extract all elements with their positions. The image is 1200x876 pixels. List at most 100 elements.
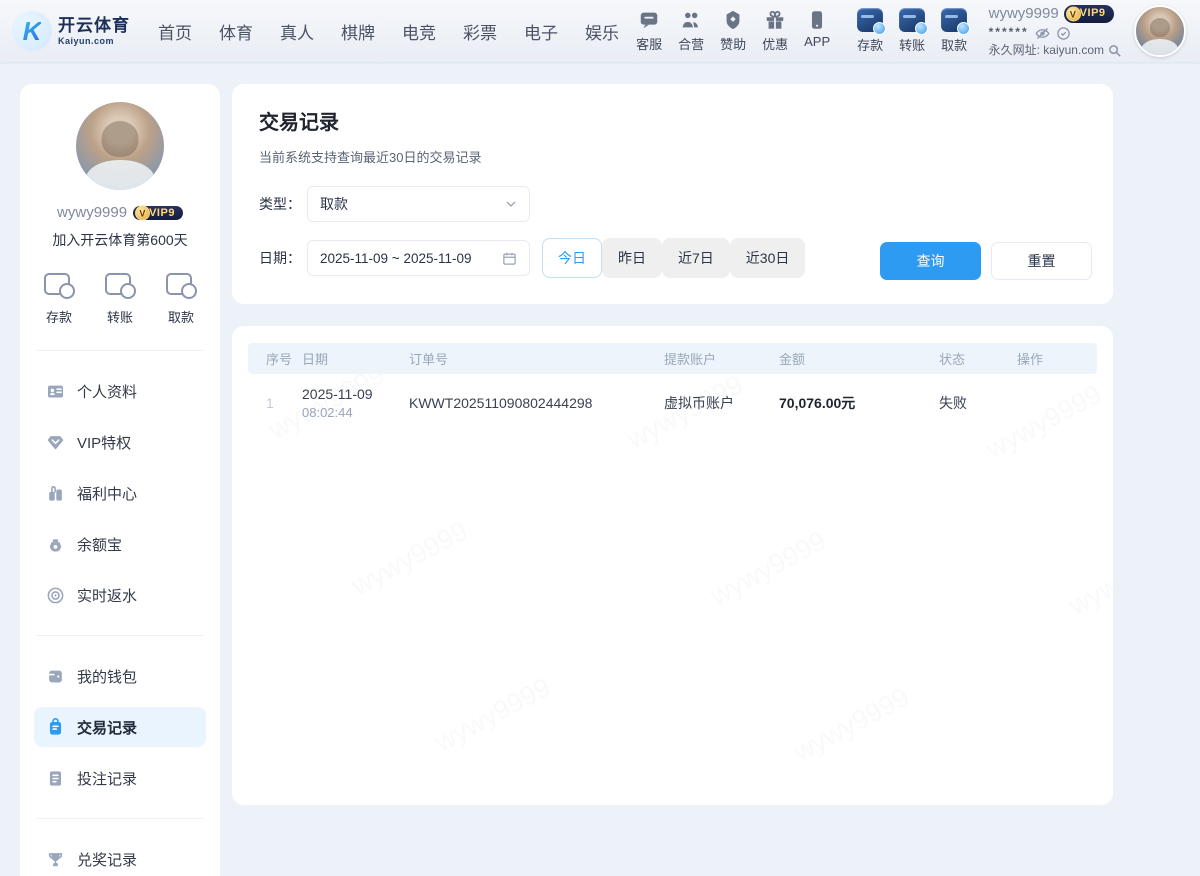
- column-header-状态: 状态: [935, 349, 1013, 368]
- sidebar-item-VIP特权[interactable]: VIP特权: [34, 422, 206, 462]
- table-body: 1 2025-11-0908:02:44 KWWT202511090802444…: [248, 374, 1097, 431]
- table-header: 序号日期订单号提款账户金额状态操作: [248, 343, 1097, 374]
- masked-balance: ******: [989, 24, 1029, 41]
- prize-icon: [46, 850, 65, 869]
- column-header-序号: 序号: [248, 349, 298, 368]
- filter-card: 交易记录 当前系统支持查询最近30日的交易记录 类型： 取款 日期： 2025-…: [232, 84, 1113, 304]
- query-button[interactable]: 查询: [880, 242, 981, 280]
- divider: [36, 635, 204, 636]
- top-utility-actions: 客服 合营 赞助 优惠 APP: [629, 9, 838, 53]
- yuebao-icon: [46, 535, 65, 554]
- cell-status: 失败: [935, 393, 1013, 413]
- wallet-icon: [46, 667, 65, 686]
- reset-button[interactable]: 重置: [991, 242, 1092, 280]
- sidebar-item-我的钱包[interactable]: 我的钱包: [34, 656, 206, 696]
- deposit-icon: [857, 8, 883, 32]
- divider: [36, 818, 204, 819]
- nav-item-2[interactable]: 体育: [219, 19, 253, 44]
- column-header-操作: 操作: [1013, 349, 1093, 368]
- records-icon: [46, 718, 65, 737]
- column-header-订单号: 订单号: [405, 349, 660, 368]
- range-button-近30日[interactable]: 近30日: [730, 238, 806, 278]
- sidebar-item-投注记录[interactable]: 投注记录: [34, 758, 206, 798]
- type-select-value: 取款: [320, 194, 348, 214]
- chevron-down-icon: [505, 198, 517, 210]
- top-action-合营[interactable]: 合营: [671, 9, 712, 53]
- sidebar-item-余额宝[interactable]: 余额宝: [34, 524, 206, 564]
- deposit-outline-icon: [44, 272, 74, 300]
- username: wywy9999: [989, 3, 1059, 25]
- divider: [36, 350, 204, 351]
- top-wallet-取款[interactable]: 取款: [934, 8, 975, 54]
- nav-item-8[interactable]: 娱乐: [585, 19, 619, 44]
- sponsor-icon: [722, 9, 744, 31]
- withdraw-outline-icon: [166, 272, 196, 300]
- page-subtitle: 当前系统支持查询最近30日的交易记录: [259, 147, 1086, 166]
- top-bar: K 开云体育 Kaiyun.com 首页 体育 真人 棋牌 电竞 彩票 电子 娱乐 客服 合营…: [0, 0, 1200, 62]
- top-action-APP[interactable]: APP: [797, 9, 838, 53]
- eye-off-icon[interactable]: [1035, 26, 1050, 41]
- nav-item-7[interactable]: 电子: [524, 19, 558, 44]
- nav-item-3[interactable]: 真人: [280, 19, 314, 44]
- brand-logo[interactable]: K 开云体育 Kaiyun.com: [12, 11, 140, 51]
- sidebar-quick-存款[interactable]: 存款: [44, 272, 74, 326]
- sidebar-username: wywy9999: [57, 204, 127, 221]
- cell-amount: 70,076.00元: [775, 393, 935, 413]
- profile-icon: [46, 382, 65, 401]
- date-filter-label: 日期：: [259, 248, 307, 268]
- sidebar-item-兑奖记录[interactable]: 兑奖记录: [34, 839, 206, 876]
- top-action-赞助[interactable]: 赞助: [713, 9, 754, 53]
- page-title: 交易记录: [259, 106, 1086, 135]
- sidebar-quick-转账[interactable]: 转账: [105, 272, 135, 326]
- nav-item-4[interactable]: 棋牌: [341, 19, 375, 44]
- transfer-outline-icon: [105, 272, 135, 300]
- cell-account: 虚拟币账户: [660, 393, 775, 413]
- refresh-check-icon[interactable]: [1056, 26, 1071, 41]
- vip-icon: [46, 433, 65, 452]
- type-select[interactable]: 取款: [307, 186, 530, 222]
- sidebar-item-实时返水[interactable]: 实时返水: [34, 575, 206, 615]
- sidebar-avatar[interactable]: [76, 102, 164, 190]
- welfare-icon: [46, 484, 65, 503]
- cell-order-no: KWWT202511090802444298: [405, 395, 660, 411]
- brand-logo-icon: K: [12, 11, 52, 51]
- withdraw-icon: [941, 8, 967, 32]
- calendar-icon: [502, 251, 517, 266]
- transfer-icon: [899, 8, 925, 32]
- avatar[interactable]: [1134, 5, 1186, 57]
- sidebar-item-福利中心[interactable]: 福利中心: [34, 473, 206, 513]
- nav-item-1[interactable]: 首页: [158, 19, 192, 44]
- nav-item-5[interactable]: 电竞: [402, 19, 436, 44]
- cell-date: 2025-11-0908:02:44: [298, 386, 405, 420]
- top-action-优惠[interactable]: 优惠: [755, 9, 796, 53]
- column-header-金额: 金额: [775, 349, 935, 368]
- sidebar-item-交易记录[interactable]: 交易记录: [34, 707, 206, 747]
- nav-item-6[interactable]: 彩票: [463, 19, 497, 44]
- joined-days-text: 加入开云体育第600天: [34, 230, 206, 250]
- gift-icon: [764, 9, 786, 31]
- top-action-客服[interactable]: 客服: [629, 9, 670, 53]
- top-wallet-转账[interactable]: 转账: [892, 8, 933, 54]
- sidebar-quick-actions: 存款 转账 取款: [34, 272, 206, 326]
- date-range-input[interactable]: 2025-11-09 ~ 2025-11-09: [307, 240, 530, 276]
- brand-domain: Kaiyun.com: [58, 37, 130, 46]
- sidebar-vip-badge: VIP9: [133, 206, 183, 220]
- sidebar-quick-取款[interactable]: 取款: [166, 272, 196, 326]
- vip-badge: VIP9: [1064, 5, 1114, 23]
- permanent-url-label: 永久网址: kaiyun.com: [989, 42, 1104, 59]
- phone-icon: [806, 9, 828, 31]
- magnifier-icon[interactable]: [1107, 43, 1122, 58]
- range-button-昨日[interactable]: 昨日: [602, 238, 662, 278]
- chat-icon: [638, 9, 660, 31]
- type-filter-label: 类型：: [259, 194, 307, 214]
- quick-range-group: 今日昨日近7日近30日: [542, 238, 805, 278]
- range-button-近7日[interactable]: 近7日: [662, 238, 730, 278]
- column-header-提款账户: 提款账户: [660, 349, 775, 368]
- main-content: 交易记录 当前系统支持查询最近30日的交易记录 类型： 取款 日期： 2025-…: [232, 84, 1113, 805]
- range-button-今日[interactable]: 今日: [542, 238, 602, 278]
- records-table-card: wywy9999wywy9999wywy9999wywy9999wywy9999…: [232, 326, 1113, 805]
- top-wallet-存款[interactable]: 存款: [850, 8, 891, 54]
- cell-seq: 1: [248, 395, 298, 411]
- top-wallet-actions: 存款 转账 取款: [850, 8, 975, 54]
- sidebar-item-个人资料[interactable]: 个人资料: [34, 371, 206, 411]
